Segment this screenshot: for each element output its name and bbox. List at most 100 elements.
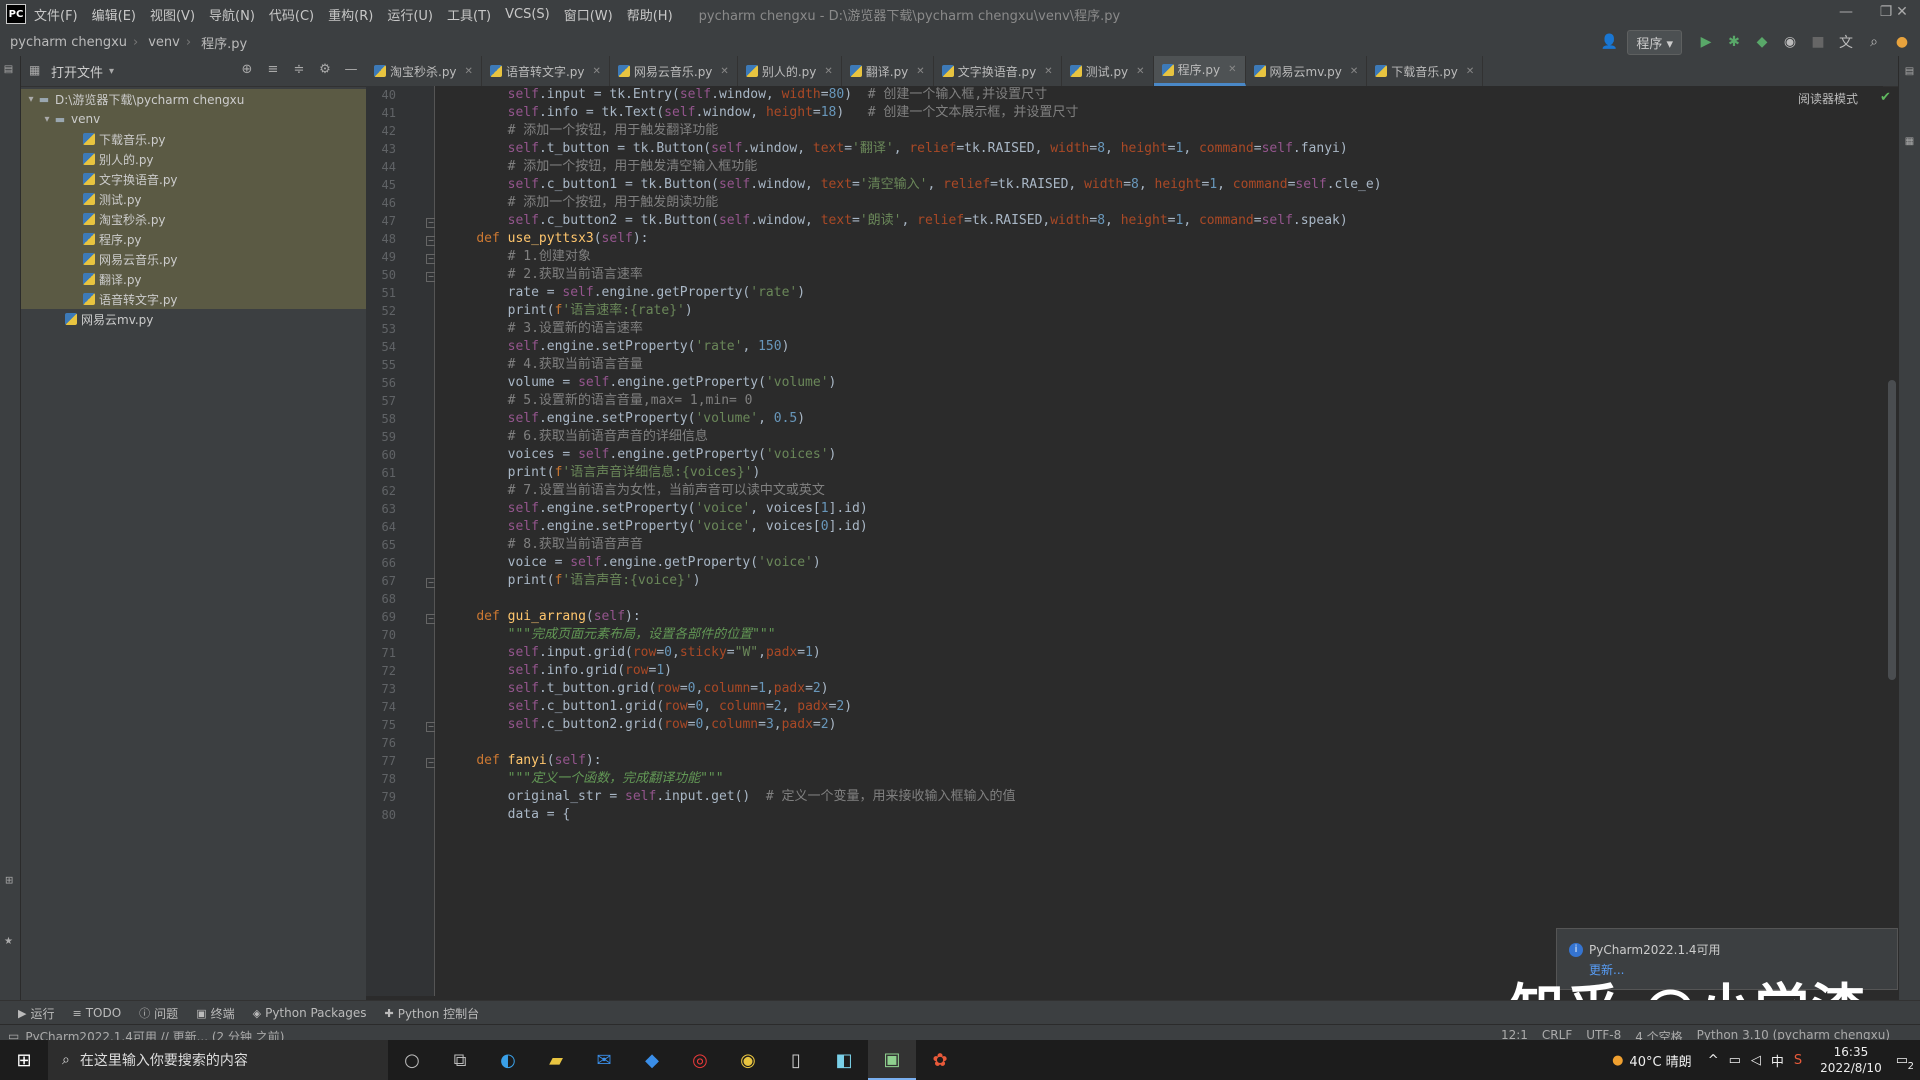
breadcrumb-folder[interactable]: venv xyxy=(148,35,180,50)
profile-icon[interactable]: ◉ xyxy=(1780,32,1800,52)
tree-folder-venv[interactable]: ▾ ▬ venv xyxy=(21,109,366,129)
line-number[interactable]: 72 xyxy=(366,664,396,678)
chevron-up-icon[interactable]: ^ xyxy=(1708,1053,1719,1068)
netease-music-icon[interactable]: ◎ xyxy=(676,1040,724,1080)
line-number[interactable]: 66 xyxy=(366,556,396,570)
line-number[interactable]: 60 xyxy=(366,448,396,462)
line-number[interactable]: 63 xyxy=(366,502,396,516)
line-number[interactable]: 59 xyxy=(366,430,396,444)
menu-file[interactable]: 文件(F) xyxy=(34,5,78,24)
editor-scrollbar[interactable] xyxy=(1888,380,1896,680)
code-line[interactable]: data = { xyxy=(445,804,571,826)
line-number[interactable]: 47 xyxy=(366,214,396,228)
chrome-icon[interactable]: ◉ xyxy=(724,1040,772,1080)
sciview-icon[interactable]: ▦ xyxy=(1904,136,1915,147)
line-number[interactable]: 55 xyxy=(366,358,396,372)
chevron-down-icon[interactable]: ▾ xyxy=(41,114,53,125)
line-number[interactable]: 77 xyxy=(366,754,396,768)
close-tab-icon[interactable]: ✕ xyxy=(916,66,924,77)
line-number[interactable]: 79 xyxy=(366,790,396,804)
line-number[interactable]: 75 xyxy=(366,718,396,732)
line-number[interactable]: 48 xyxy=(366,232,396,246)
menu-edit[interactable]: 编辑(E) xyxy=(92,5,136,24)
line-number[interactable]: 45 xyxy=(366,178,396,192)
volume-icon[interactable]: ◁ xyxy=(1751,1053,1761,1068)
close-tab-icon[interactable]: ✕ xyxy=(1044,66,1052,77)
windows-start-icon[interactable]: ⊞ xyxy=(0,1040,48,1080)
line-number[interactable]: 40 xyxy=(366,88,396,102)
collapse-all-icon[interactable]: ≑ xyxy=(290,62,308,77)
structure-toolwindow-icon[interactable]: ⊞ xyxy=(3,876,14,884)
taskbar-clock[interactable]: 16:35 2022/8/10 xyxy=(1820,1044,1882,1076)
ime-icon[interactable]: 中 xyxy=(1771,1051,1784,1070)
code-line[interactable]: self.c_button2.grid(row=0,column=3,padx=… xyxy=(445,714,837,736)
menu-window[interactable]: 窗口(W) xyxy=(564,5,613,24)
run-config-dropdown[interactable]: 程序 ▾ xyxy=(1627,29,1682,55)
line-number[interactable]: 41 xyxy=(366,106,396,120)
gear-icon[interactable]: ⚙ xyxy=(316,62,334,77)
tree-file[interactable]: 别人的.py xyxy=(21,149,366,169)
update-icon[interactable]: ● xyxy=(1892,32,1912,52)
tree-file[interactable]: 网易云mv.py xyxy=(21,309,366,329)
line-number[interactable]: 69 xyxy=(366,610,396,624)
menu-help[interactable]: 帮助(H) xyxy=(627,5,673,24)
locate-icon[interactable]: ⊕ xyxy=(238,62,256,77)
project-view-selector[interactable]: 打开文件 xyxy=(51,62,103,81)
close-tab-icon[interactable]: ✕ xyxy=(465,66,473,77)
tree-file[interactable]: 测试.py xyxy=(21,189,366,209)
tree-file[interactable]: 语音转文字.py xyxy=(21,289,366,309)
code-line[interactable]: print(f'语言声音:{voice}') xyxy=(445,570,701,592)
line-number[interactable]: 53 xyxy=(366,322,396,336)
line-number[interactable]: 74 xyxy=(366,700,396,714)
editor-tab[interactable]: 语音转文字.py ✕ xyxy=(482,56,610,86)
close-tab-icon[interactable]: ✕ xyxy=(1350,66,1358,77)
chevron-down-icon[interactable]: ▾ xyxy=(109,66,114,77)
line-number[interactable]: 54 xyxy=(366,340,396,354)
menu-view[interactable]: 视图(V) xyxy=(150,5,195,24)
tree-file[interactable]: 文字换语音.py xyxy=(21,169,366,189)
hide-icon[interactable]: — xyxy=(342,62,360,77)
task-view-icon[interactable]: ⧉ xyxy=(436,1040,484,1080)
close-tab-icon[interactable]: ✕ xyxy=(1136,66,1144,77)
menu-navigate[interactable]: 导航(N) xyxy=(209,5,255,24)
line-number[interactable]: 73 xyxy=(366,682,396,696)
tree-file[interactable]: 下载音乐.py xyxy=(21,129,366,149)
python-packages-button[interactable]: ◈ Python Packages xyxy=(253,1006,367,1020)
debug-icon[interactable]: ✱ xyxy=(1724,32,1744,52)
line-number[interactable]: 57 xyxy=(366,394,396,408)
minimize-icon[interactable]: — xyxy=(1828,4,1864,20)
editor-tab[interactable]: 淘宝秒杀.py ✕ xyxy=(366,56,482,86)
network-icon[interactable]: ▭ xyxy=(1729,1053,1741,1068)
menu-vcs[interactable]: VCS(S) xyxy=(505,7,550,22)
chevron-down-icon[interactable]: ▾ xyxy=(25,94,37,105)
python-console-button[interactable]: ✚ Python 控制台 xyxy=(384,1005,479,1022)
line-number[interactable]: 49 xyxy=(366,250,396,264)
pycharm-taskbar-icon[interactable]: ▣ xyxy=(868,1040,916,1080)
close-tab-icon[interactable]: ✕ xyxy=(720,66,728,77)
run-toolwindow-button[interactable]: ▶ 运行 xyxy=(18,1005,54,1022)
stop-icon[interactable]: ■ xyxy=(1808,32,1828,52)
terminal-toolwindow-button[interactable]: ▣ 终端 xyxy=(196,1005,234,1022)
bookmarks-icon[interactable]: ★ xyxy=(3,936,14,947)
problems-toolwindow-button[interactable]: ⓘ 问题 xyxy=(139,1005,178,1022)
taskbar-search[interactable]: ⌕ 在这里输入你要搜索的内容 xyxy=(48,1040,388,1080)
close-window-icon[interactable]: ✕ xyxy=(1884,4,1920,20)
breadcrumb-file[interactable]: 程序.py xyxy=(201,33,247,52)
line-number[interactable]: 64 xyxy=(366,520,396,534)
close-tab-icon[interactable]: ✕ xyxy=(592,66,600,77)
expand-all-icon[interactable]: ≡ xyxy=(264,62,282,77)
line-number[interactable]: 50 xyxy=(366,268,396,282)
editor-tab[interactable]: 测试.py ✕ xyxy=(1062,56,1154,86)
recorder-icon[interactable]: ✿ xyxy=(916,1040,964,1080)
notepad-icon[interactable]: ◧ xyxy=(820,1040,868,1080)
line-number[interactable]: 52 xyxy=(366,304,396,318)
line-number[interactable]: 62 xyxy=(366,484,396,498)
translate-icon[interactable]: 文 xyxy=(1836,32,1856,52)
search-icon[interactable]: ⌕ xyxy=(1864,32,1884,52)
line-number[interactable]: 71 xyxy=(366,646,396,660)
menu-tools[interactable]: 工具(T) xyxy=(447,5,491,24)
reader-mode-toggle[interactable]: 阅读器模式 xyxy=(1798,90,1858,107)
tree-file[interactable]: 淘宝秒杀.py xyxy=(21,209,366,229)
tree-file[interactable]: 程序.py xyxy=(21,229,366,249)
close-tab-icon[interactable]: ✕ xyxy=(1466,66,1474,77)
